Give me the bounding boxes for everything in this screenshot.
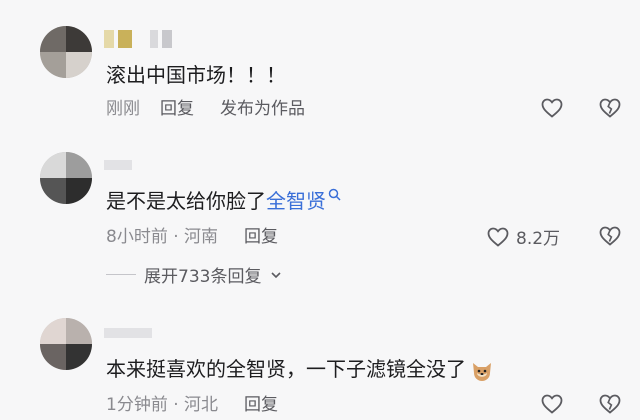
search-icon[interactable] [328, 188, 341, 201]
avatar[interactable] [40, 26, 92, 78]
meta-dot: · [173, 227, 179, 247]
comment-item: 是不是太给你脸了全智贤 8小时前 · 河南 回复 8.2万 [0, 140, 640, 300]
comment-location: 河南 [184, 227, 219, 247]
avatar[interactable] [40, 318, 92, 370]
username-blurred[interactable] [104, 156, 132, 178]
like-button[interactable] [540, 392, 564, 416]
avatar[interactable] [40, 152, 92, 204]
reply-button[interactable]: 回复 [244, 227, 278, 247]
comment-item: 滚出中国市场！！！ 刚刚 回复 发布为作品 [0, 0, 640, 140]
heart-icon [541, 394, 563, 414]
comment-time: 1分钟前 [106, 395, 168, 415]
like-count: 8.2万 [516, 229, 561, 249]
comment-text-body: 本来挺喜欢的全智贤，一下子滤镜全没了 [106, 357, 466, 381]
like-button[interactable]: 8.2万 [486, 224, 560, 249]
broken-heart-icon [599, 226, 621, 246]
chevron-down-icon [271, 271, 282, 278]
comment-time: 8小时前 [106, 227, 168, 247]
reply-button[interactable]: 回复 [244, 395, 278, 415]
heart-icon [487, 227, 509, 247]
comment-text: 是不是太给你脸了全智贤 [106, 188, 341, 214]
broken-heart-icon [599, 394, 621, 414]
expand-replies-button[interactable]: 展开733条回复 [106, 262, 283, 287]
comment-meta: 1分钟前 · 河北 回复 [106, 394, 278, 416]
meta-dot: · [173, 395, 179, 415]
publish-as-work-button[interactable]: 发布为作品 [220, 99, 305, 119]
like-button[interactable] [540, 96, 564, 120]
comment-meta: 8小时前 · 河南 回复 [106, 226, 278, 248]
comment-location: 河北 [184, 395, 219, 415]
comment-meta: 刚刚 回复 发布为作品 [106, 98, 305, 120]
heart-icon [541, 98, 563, 118]
dislike-button[interactable] [598, 224, 622, 252]
dislike-button[interactable] [598, 392, 622, 420]
comment-item: 本来挺喜欢的全智贤，一下子滤镜全没了 1分钟前 · 河北 回复 [0, 300, 640, 415]
comment-text: 滚出中国市场！！！ [106, 63, 286, 87]
search-link[interactable]: 全智贤 [266, 189, 326, 213]
comment-text: 本来挺喜欢的全智贤，一下子滤镜全没了 [106, 356, 494, 383]
username-blurred[interactable] [104, 324, 152, 346]
expand-replies-label: 展开733条回复 [144, 267, 262, 287]
reply-button[interactable]: 回复 [160, 99, 194, 119]
dog-emoji-icon [473, 362, 491, 381]
broken-heart-icon [599, 98, 621, 118]
divider [106, 274, 136, 275]
username-blurred[interactable] [104, 30, 172, 52]
dislike-button[interactable] [598, 96, 622, 124]
comment-text-prefix: 是不是太给你脸了 [106, 189, 266, 213]
comment-time: 刚刚 [106, 99, 140, 119]
